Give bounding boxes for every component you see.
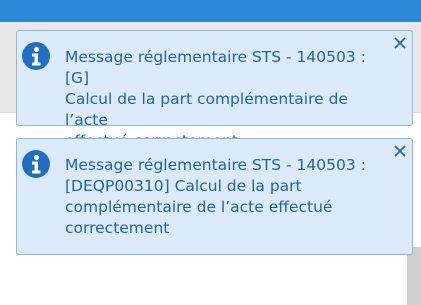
notification-toast: Message réglementaire STS - 140503 : [G]… (16, 30, 413, 150)
info-icon (21, 41, 51, 71)
notification-message: Message réglementaire STS - 140503 : [DE… (65, 156, 366, 237)
notification-message: Message réglementaire STS - 140503 : [G]… (65, 48, 366, 150)
app-header-bar (0, 0, 421, 22)
scrollbar[interactable] (407, 247, 421, 305)
notification-toast: Message réglementaire STS - 140503 : [DE… (16, 138, 413, 255)
close-icon[interactable] (392, 143, 408, 159)
info-icon (21, 149, 51, 179)
close-icon[interactable] (392, 35, 408, 51)
